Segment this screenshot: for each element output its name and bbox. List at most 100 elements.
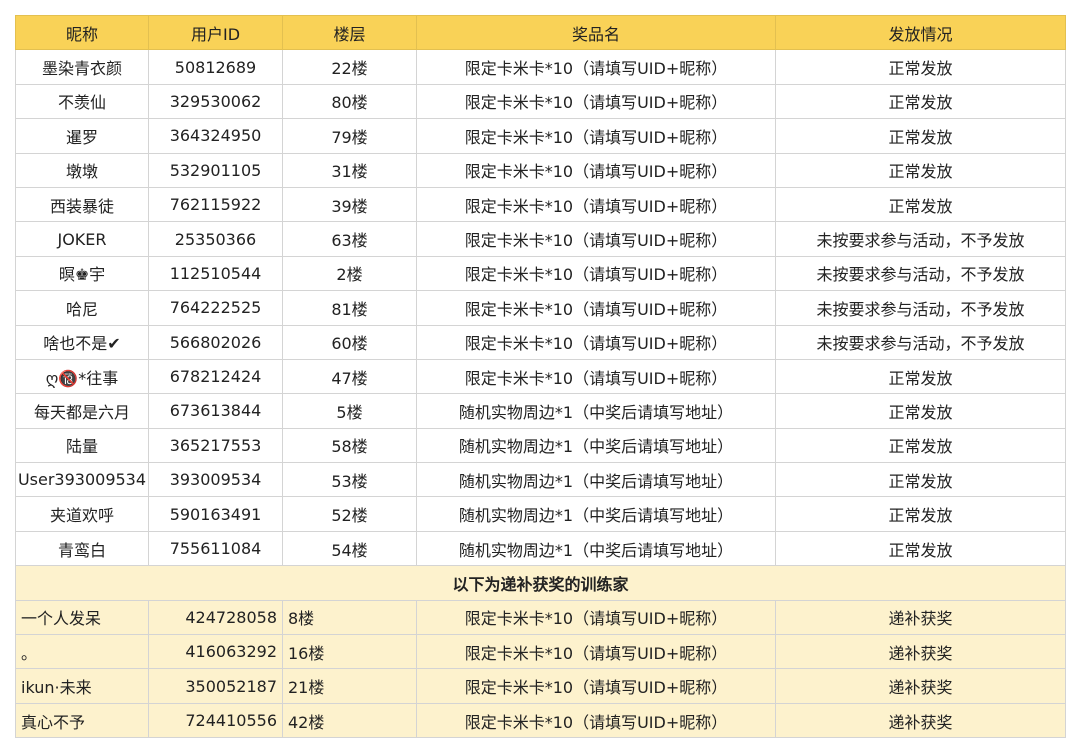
prize-cell: 随机实物周边*1（中奖后请填写地址） — [416, 393, 776, 429]
prize-table: 昵称 用户ID 楼层 奖品名 发放情况 墨染青衣颜 50812689 22楼 限定卡米… — [15, 14, 1066, 739]
table-row: 西装暴徒 762115922 39楼 限定卡米卡*10（请填写UID+昵称） 正常发放 — [15, 186, 1066, 223]
table-row: 墨染青衣颜 50812689 22楼 限定卡米卡*10（请填写UID+昵称） 正常发放 — [15, 49, 1066, 85]
nickname-cell: 暝♚宇 — [15, 255, 149, 292]
user-id-cell: 393009534 — [148, 462, 283, 498]
user-id-cell: 673613844 — [148, 393, 283, 429]
prize-cell: 限定卡米卡*10（请填写UID+昵称） — [416, 49, 776, 85]
table-row: ikun·未来 350052187 21楼 限定卡米卡*10（请填写UID+昵称） 递补… — [15, 668, 1066, 704]
prize-cell: 限定卡米卡*10（请填写UID+昵称） — [416, 634, 776, 670]
nickname-cell: 墩墩 — [15, 152, 149, 188]
table-row: 暹罗 364324950 79楼 限定卡米卡*10（请填写UID+昵称） 正常发放 — [15, 118, 1066, 154]
status-cell: 递补获奖 — [775, 702, 1066, 739]
prize-cell: 限定卡米卡*10（请填写UID+昵称） — [416, 83, 776, 120]
floor-cell: 81楼 — [282, 290, 417, 326]
table-row: 每天都是六月 673613844 5楼 随机实物周边*1（中奖后请填写地址） 正常发放 — [15, 393, 1066, 429]
nickname-cell: 每天都是六月 — [15, 393, 149, 429]
status-cell: 正常发放 — [775, 152, 1066, 188]
nickname-cell: 一个人发呆 — [15, 599, 149, 636]
floor-cell: 31楼 — [282, 152, 417, 188]
user-id-cell: 724410556 — [148, 702, 283, 739]
nickname-cell: 陆量 — [15, 427, 149, 464]
header-status: 发放情况 — [775, 14, 1066, 51]
floor-cell: 63楼 — [282, 221, 417, 257]
prize-cell: 限定卡米卡*10（请填写UID+昵称） — [416, 118, 776, 154]
table-row: 暝♚宇 112510544 2楼 限定卡米卡*10（请填写UID+昵称） 未按要求参与活… — [15, 255, 1066, 292]
header-row: 昵称 用户ID 楼层 奖品名 发放情况 — [15, 14, 1066, 51]
prize-cell: 随机实物周边*1（中奖后请填写地址） — [416, 427, 776, 464]
status-cell: 正常发放 — [775, 496, 1066, 532]
prize-cell: 随机实物周边*1（中奖后请填写地址） — [416, 530, 776, 567]
user-id-cell: 329530062 — [148, 83, 283, 120]
floor-cell: 39楼 — [282, 186, 417, 223]
user-id-cell: 365217553 — [148, 427, 283, 464]
floor-cell: 60楼 — [282, 324, 417, 360]
status-cell: 未按要求参与活动，不予发放 — [775, 290, 1066, 326]
nickname-cell: JOKER — [15, 221, 149, 257]
status-cell: 正常发放 — [775, 83, 1066, 120]
floor-cell: 16楼 — [282, 634, 417, 670]
floor-cell: 5楼 — [282, 393, 417, 429]
nickname-cell: 暹罗 — [15, 118, 149, 154]
floor-cell: 22楼 — [282, 49, 417, 85]
banner-text: 以下为递补获奖的训练家 — [15, 565, 1066, 601]
prize-cell: 限定卡米卡*10（请填写UID+昵称） — [416, 599, 776, 636]
floor-cell: 58楼 — [282, 427, 417, 464]
prize-cell: 随机实物周边*1（中奖后请填写地址） — [416, 496, 776, 532]
floor-cell: 2楼 — [282, 255, 417, 292]
nickname-cell: ღ🔞*往事 — [15, 358, 149, 395]
status-cell: 未按要求参与活动，不予发放 — [775, 221, 1066, 257]
header-user-id: 用户ID — [148, 14, 283, 51]
user-id-cell: 762115922 — [148, 186, 283, 223]
nickname-cell: 不羡仙 — [15, 83, 149, 120]
table-row: 陆量 365217553 58楼 随机实物周边*1（中奖后请填写地址） 正常发放 — [15, 427, 1066, 464]
prize-cell: 限定卡米卡*10（请填写UID+昵称） — [416, 324, 776, 360]
status-cell: 递补获奖 — [775, 634, 1066, 670]
prize-cell: 限定卡米卡*10（请填写UID+昵称） — [416, 358, 776, 395]
nickname-cell: 夹道欢呼 — [15, 496, 149, 532]
prize-cell: 限定卡米卡*10（请填写UID+昵称） — [416, 290, 776, 326]
status-cell: 递补获奖 — [775, 668, 1066, 704]
prize-cell: 限定卡米卡*10（请填写UID+昵称） — [416, 152, 776, 188]
nickname-cell: ikun·未来 — [15, 668, 149, 704]
floor-cell: 8楼 — [282, 599, 417, 636]
table-row: 啥也不是✔ 566802026 60楼 限定卡米卡*10（请填写UID+昵称） 未按要求… — [15, 324, 1066, 360]
table-row: ღ🔞*往事 678212424 47楼 限定卡米卡*10（请填写UID+昵称） 正常发放 — [15, 358, 1066, 395]
user-id-cell: 416063292 — [148, 634, 283, 670]
banner-row: 以下为递补获奖的训练家 — [15, 565, 1066, 601]
status-cell: 递补获奖 — [775, 599, 1066, 636]
floor-cell: 54楼 — [282, 530, 417, 567]
status-cell: 正常发放 — [775, 530, 1066, 567]
floor-cell: 79楼 — [282, 118, 417, 154]
user-id-cell: 350052187 — [148, 668, 283, 704]
floor-cell: 42楼 — [282, 702, 417, 739]
prize-cell: 限定卡米卡*10（请填写UID+昵称） — [416, 702, 776, 739]
status-cell: 未按要求参与活动，不予发放 — [775, 324, 1066, 360]
nickname-cell: 青鸾白 — [15, 530, 149, 567]
nickname-cell: 西装暴徒 — [15, 186, 149, 223]
table-row: User393009534 393009534 53楼 随机实物周边*1（中奖后请填写… — [15, 462, 1066, 498]
prize-cell: 随机实物周边*1（中奖后请填写地址） — [416, 462, 776, 498]
floor-cell: 80楼 — [282, 83, 417, 120]
user-id-cell: 112510544 — [148, 255, 283, 292]
status-cell: 正常发放 — [775, 462, 1066, 498]
prize-cell: 限定卡米卡*10（请填写UID+昵称） — [416, 221, 776, 257]
user-id-cell: 25350366 — [148, 221, 283, 257]
floor-cell: 53楼 — [282, 462, 417, 498]
table-row: 墩墩 532901105 31楼 限定卡米卡*10（请填写UID+昵称） 正常发放 — [15, 152, 1066, 188]
user-id-cell: 566802026 — [148, 324, 283, 360]
nickname-cell: 。 — [15, 634, 149, 670]
nickname-cell: User393009534 — [15, 462, 149, 498]
prize-cell: 限定卡米卡*10（请填写UID+昵称） — [416, 186, 776, 223]
user-id-cell: 424728058 — [148, 599, 283, 636]
floor-cell: 47楼 — [282, 358, 417, 395]
prize-table-container: 昵称 用户ID 楼层 奖品名 发放情况 墨染青衣颜 50812689 22楼 限定卡米… — [15, 14, 1066, 739]
status-cell: 正常发放 — [775, 427, 1066, 464]
user-id-cell: 532901105 — [148, 152, 283, 188]
table-row: JOKER 25350366 63楼 限定卡米卡*10（请填写UID+昵称） 未按要求参… — [15, 221, 1066, 257]
status-cell: 未按要求参与活动，不予发放 — [775, 255, 1066, 292]
table-row: 一个人发呆 424728058 8楼 限定卡米卡*10（请填写UID+昵称） 递补获奖 — [15, 599, 1066, 636]
floor-cell: 52楼 — [282, 496, 417, 532]
status-cell: 正常发放 — [775, 358, 1066, 395]
table-row: 哈尼 764222525 81楼 限定卡米卡*10（请填写UID+昵称） 未按要求参与活… — [15, 290, 1066, 326]
nickname-cell: 墨染青衣颜 — [15, 49, 149, 85]
